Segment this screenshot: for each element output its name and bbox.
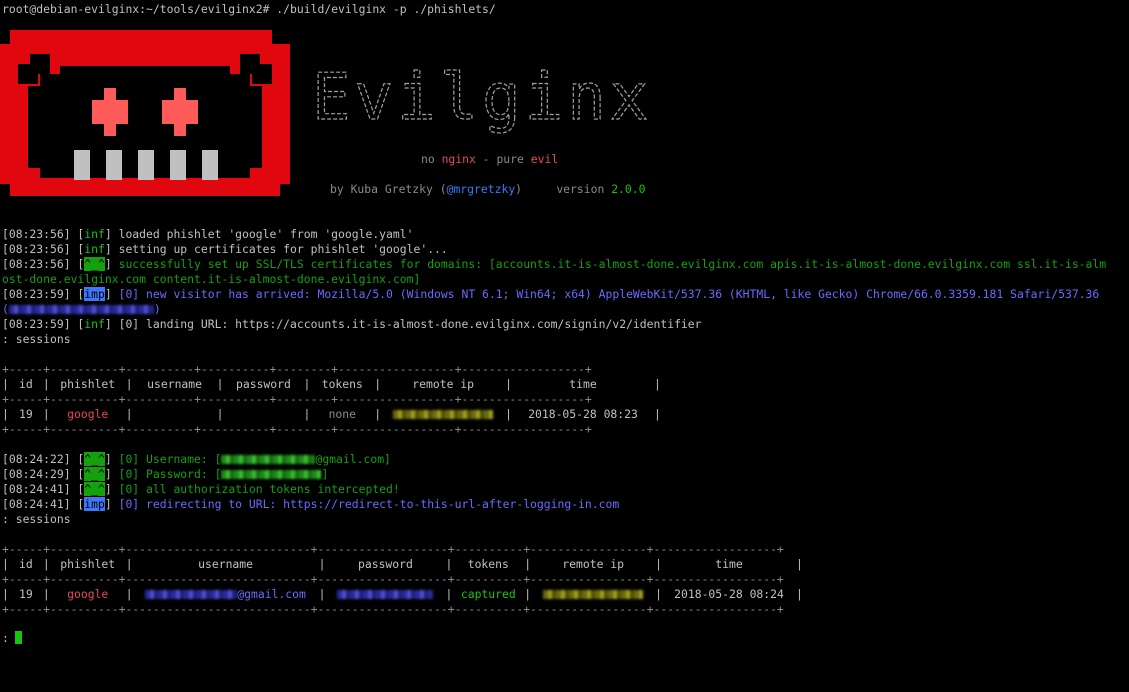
log-line: [08:24:41] [^_^] [0] all authorization t… <box>2 482 400 496</box>
log-line: [08:23:59] [inf] [0] landing URL: https:… <box>2 317 702 331</box>
table-border: +-----+----------+----------------------… <box>2 602 784 616</box>
sessions-command: : sessions <box>2 332 71 346</box>
sessions-command: : sessions <box>2 512 71 526</box>
evilginx-title-art: Evilginx <box>312 60 652 135</box>
log-line: [08:23:59] [imp] [0] new visitor has arr… <box>2 287 1100 301</box>
table-row: | 19 | google | @gmail.com | | captured | | 2018-05… <box>2 587 803 601</box>
log-line: [08:24:29] [^_^] [0] Password: [] <box>2 467 329 481</box>
table-row: | 19 | google | | | none | | 2018-05-28 08:23 | <box>2 407 661 421</box>
log-line: [08:24:41] [imp] [0] redirecting to URL:… <box>2 497 620 511</box>
tagline: no nginx - pure evil <box>421 152 559 166</box>
table-border: +-----+----------+----------------------… <box>2 572 784 586</box>
table-border: +-----+----------+----------+----------+… <box>2 422 592 436</box>
title-text: Evilginx <box>312 61 652 135</box>
evilginx-logo <box>0 30 290 196</box>
log-line: [08:23:56] [^_^] successfully set up SSL… <box>2 257 1107 271</box>
log-line: [08:24:22] [^_^] [0] Username: [@gmail.c… <box>2 452 391 466</box>
log-line: [08:23:56] [inf] setting up certificates… <box>2 242 448 256</box>
table-border: +-----+----------+----------+----------+… <box>2 392 592 406</box>
log-line-continued: ost-done.evilginx.com content.it-is-almo… <box>2 272 421 286</box>
blurred-user-agent: () <box>2 302 161 316</box>
command-line: root@debian-evilginx:~/tools/evilginx2# … <box>2 2 496 16</box>
terminal-cursor[interactable] <box>15 631 22 644</box>
table-header-row: | id | phishlet | username | password | tokens | re… <box>2 557 803 571</box>
table-border: +-----+----------+----------+----------+… <box>2 362 592 376</box>
table-border: +-----+----------+----------------------… <box>2 542 784 556</box>
input-prompt: : <box>2 631 9 645</box>
log-line: [08:23:56] [inf] loaded phishlet 'google… <box>2 227 414 241</box>
byline: by Kuba Gretzky (@mrgretzky) version 2.0… <box>330 182 646 196</box>
table-header-row: | id | phishlet | username | password | tokens | re… <box>2 377 661 391</box>
